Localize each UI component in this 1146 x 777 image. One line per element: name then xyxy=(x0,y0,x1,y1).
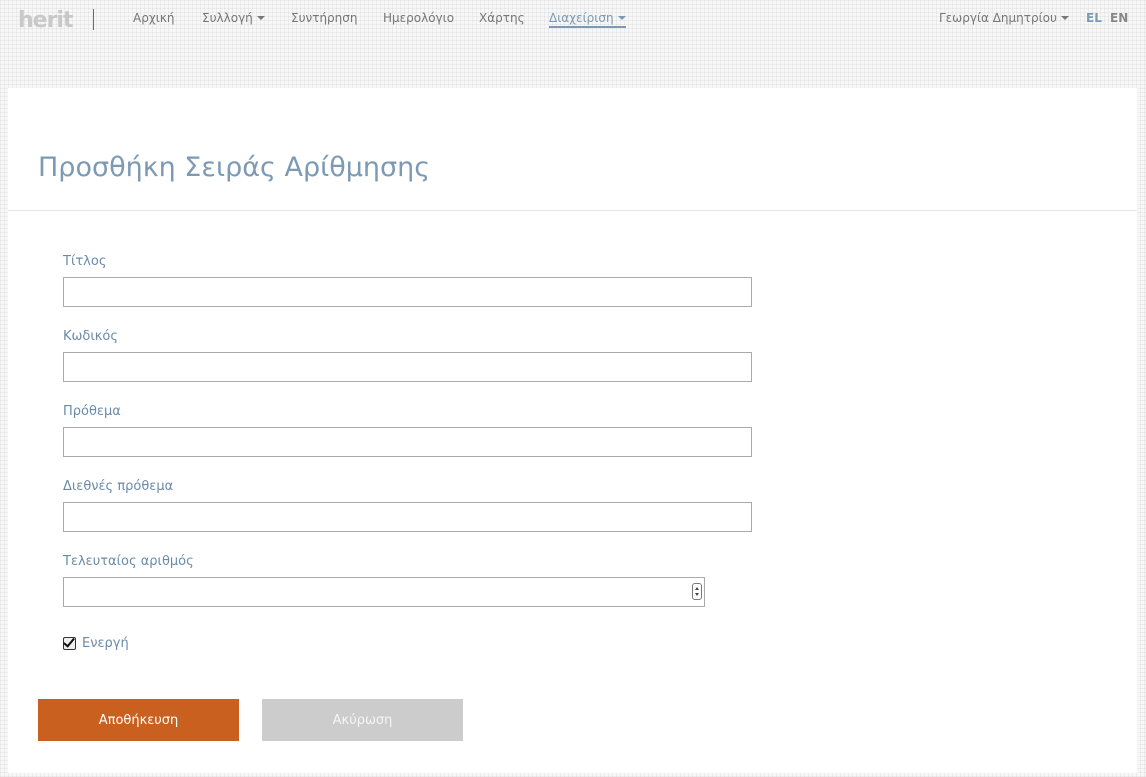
active-checkbox-label[interactable]: Ενεργή xyxy=(82,636,129,651)
nav-calendar[interactable]: Ημερολόγιο xyxy=(383,11,454,25)
title-label: Τίτλος xyxy=(63,254,107,269)
logo-divider xyxy=(93,9,94,30)
chevron-down-icon xyxy=(256,15,265,20)
nav-home[interactable]: Αρχική xyxy=(133,11,175,25)
nav-administration-label: Διαχείριση xyxy=(549,11,614,25)
checkmark-icon xyxy=(63,635,75,648)
active-checkbox-row: Ενεργή xyxy=(63,633,129,651)
logo-icon: herit xyxy=(18,8,74,32)
nav-map[interactable]: Χάρτης xyxy=(479,11,525,25)
svg-text:herit: herit xyxy=(18,8,74,32)
last-number-input[interactable] xyxy=(64,578,684,606)
nav-administration[interactable]: Διαχείριση xyxy=(549,11,626,28)
prefix-input[interactable] xyxy=(63,427,752,457)
international-prefix-input[interactable] xyxy=(63,502,752,532)
top-navigation: herit Αρχική Συλλογή Συντήρηση Ημερολόγι… xyxy=(0,0,1146,40)
save-button[interactable]: Αποθήκευση xyxy=(38,699,239,741)
chevron-down-icon xyxy=(1060,15,1069,20)
language-en[interactable]: EN xyxy=(1110,11,1128,25)
page-title: Προσθήκη Σειράς Αρίθμησης xyxy=(38,152,431,183)
number-spinner[interactable] xyxy=(692,583,702,600)
chevron-down-icon xyxy=(617,15,626,20)
nav-collection[interactable]: Συλλογή xyxy=(202,11,265,25)
spin-down-icon[interactable] xyxy=(695,593,699,596)
code-label: Κωδικός xyxy=(63,329,119,344)
cancel-button[interactable]: Ακύρωση xyxy=(262,699,463,741)
last-number-label: Τελευταίος αριθμός xyxy=(63,554,194,569)
language-el[interactable]: EL xyxy=(1086,11,1102,25)
page-header: Προσθήκη Σειράς Αρίθμησης xyxy=(8,88,1137,211)
user-name: Γεωργία Δημητρίου xyxy=(939,11,1057,25)
spin-up-icon[interactable] xyxy=(695,587,699,590)
title-input[interactable] xyxy=(63,277,752,307)
main-panel: Προσθήκη Σειράς Αρίθμησης Τίτλος Κωδικός… xyxy=(8,88,1137,773)
herit-logo[interactable]: herit xyxy=(18,6,74,32)
nav-collection-label: Συλλογή xyxy=(202,11,253,25)
international-prefix-label: Διεθνές πρόθεμα xyxy=(63,479,174,494)
last-number-field xyxy=(63,577,705,607)
user-menu[interactable]: Γεωργία Δημητρίου xyxy=(939,11,1069,25)
code-input[interactable] xyxy=(63,352,752,382)
active-checkbox[interactable] xyxy=(63,635,76,650)
nav-conservation[interactable]: Συντήρηση xyxy=(291,11,358,25)
prefix-label: Πρόθεμα xyxy=(63,404,121,419)
